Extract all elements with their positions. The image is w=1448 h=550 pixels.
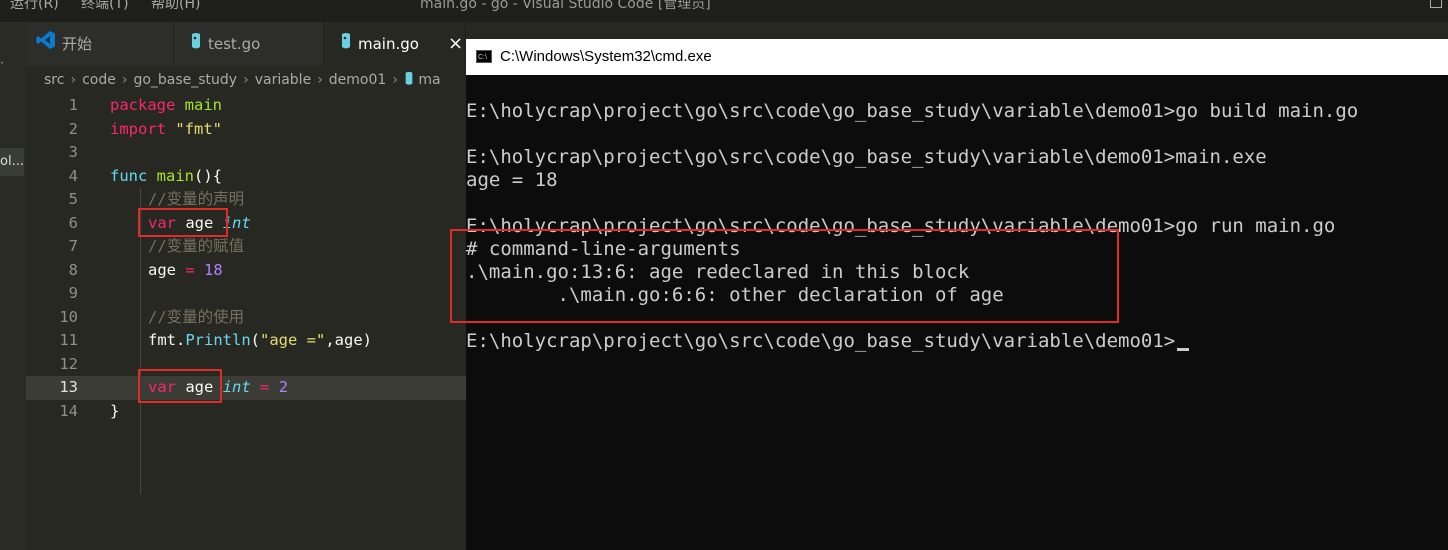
code-line[interactable]: 3 [26,141,466,165]
breadcrumb-item[interactable]: src [44,72,64,88]
tab-label: test.go [208,35,261,53]
line-number: 12 [59,354,78,373]
chevron-right-icon: › [317,72,323,88]
terminal-prompt: E:\holycrap\project\go\src\code\go_base_… [466,330,1176,352]
punctuation: ,age) [325,331,372,349]
type-name: int [222,378,251,396]
title-bar: 运行(R) 终端(T) 帮助(H) main.go - go - Visual … [0,0,1448,22]
code-line[interactable]: 14} [26,400,466,424]
code-line[interactable]: 2 import "fmt" [26,118,466,142]
line-number: 11 [59,331,78,349]
code-line[interactable]: 6 var age int [26,212,466,236]
number-literal: 18 [204,260,223,279]
close-icon[interactable]: × [448,22,463,66]
cmd-window: C:\Windows\System32\cmd.exe E:\holycrap\… [450,39,1448,550]
terminal-prompt-line[interactable]: E:\holycrap\project\go\src\code\go_base_… [466,330,1190,353]
line-number: 3 [68,143,78,161]
tab-main-go[interactable]: main.go × [324,22,466,66]
comment: //变量的声明 [148,190,245,208]
function-name: Println [185,331,251,349]
package-name: fmt. [148,331,186,349]
code-line[interactable]: 5 //变量的声明 [26,188,466,212]
dot-icon: · [0,56,4,70]
line-number: 7 [68,237,78,255]
breadcrumb: src › code › go_base_study › variable › demo01 › … [26,66,466,94]
vscode-logo-icon [36,23,56,67]
tab-welcome[interactable]: 开始 [26,22,174,66]
breadcrumb-item[interactable]: ma [418,72,440,88]
tab-test-go[interactable]: test.go [174,22,324,66]
code-line[interactable]: 10 //变量的使用 [26,306,466,330]
tab-bar: 开始 test.go main.go × [26,22,466,66]
highlight-box [138,369,222,403]
breadcrumb-item[interactable]: code [82,72,116,88]
punctuation: ( [250,331,260,349]
sidebar-item-fragment[interactable]: ol... [0,148,24,176]
identifier: age [148,260,176,279]
cmd-title: C:\Windows\System32\cmd.exe [500,48,712,65]
tab-label: 开始 [62,35,93,53]
line-number: 5 [68,190,78,208]
breadcrumb-item[interactable]: demo01 [329,72,387,88]
go-file-icon [190,23,202,67]
window-title: main.go - go - Visual Studio Code [管理员] [420,0,711,12]
code-editor[interactable]: 1 package main 2 import "fmt" 3 4 func main… [26,94,466,550]
chevron-right-icon: › [121,72,128,88]
line-number: 1 [68,96,78,114]
cmd-title-bar[interactable]: C:\Windows\System32\cmd.exe [466,39,1448,76]
number-literal: 2 [278,378,289,396]
activity-bar: · [0,22,26,550]
terminal-line: E:\holycrap\project\go\src\code\go_base_… [466,100,1359,122]
code-line-current[interactable]: 13 var age int = 2 [26,376,466,400]
keyword: import [110,119,166,138]
code-line[interactable]: 4 func main(){ [26,165,466,189]
line-number: 10 [59,307,78,326]
terminal-output[interactable]: E:\holycrap\project\go\src\code\go_base_… [450,75,1448,550]
tab-label: main.go [358,35,419,53]
comment: //变量的使用 [148,307,245,326]
code-line[interactable]: 9 [26,282,466,306]
cmd-icon [476,40,492,76]
go-file-icon [404,71,414,88]
chevron-right-icon: › [70,72,77,88]
line-number: 14 [59,401,78,420]
operator: = [260,378,270,396]
breadcrumb-item[interactable]: variable [255,72,311,88]
code-line[interactable]: 7 //变量的赋值 [26,235,466,259]
code-line[interactable]: 11 fmt.Println("age =",age) [26,329,466,353]
code-line[interactable]: 8 age = 18 [26,259,466,283]
keyword: package [110,96,176,114]
function-name: main [156,166,194,185]
punctuation: } [110,401,120,420]
string-literal: "age =" [260,331,326,349]
terminal-line: E:\holycrap\project\go\src\code\go_base_… [466,146,1267,168]
line-number: 2 [68,119,78,138]
menu-help[interactable]: 帮助(H) [151,0,200,12]
highlight-box [450,229,1119,323]
terminal-line: age = 18 [466,169,558,191]
keyword: func [110,166,148,185]
string-literal: "fmt" [175,119,223,138]
text-cursor [1177,348,1190,351]
punctuation: (){ [194,166,222,185]
line-number: 8 [68,260,78,279]
chevron-right-icon: › [243,72,249,88]
code-line[interactable]: 1 package main [26,94,466,118]
menu-bar: 运行(R) 终端(T) 帮助(H) [10,0,219,13]
line-number: 6 [68,213,78,232]
breadcrumb-item[interactable]: go_base_study [133,72,237,88]
highlight-box [138,208,228,237]
code-line[interactable]: 12 [26,353,466,377]
operator: = [185,260,195,279]
line-number: 13 [59,378,78,396]
menu-run[interactable]: 运行(R) [10,0,59,12]
maximize-icon[interactable] [1430,0,1442,8]
go-file-icon [340,23,352,67]
line-number: 4 [68,166,78,185]
comment: //变量的赋值 [148,237,245,255]
menu-terminal[interactable]: 终端(T) [81,0,128,12]
identifier: main [184,96,222,114]
line-number: 9 [68,284,78,302]
chevron-right-icon: › [392,72,398,88]
